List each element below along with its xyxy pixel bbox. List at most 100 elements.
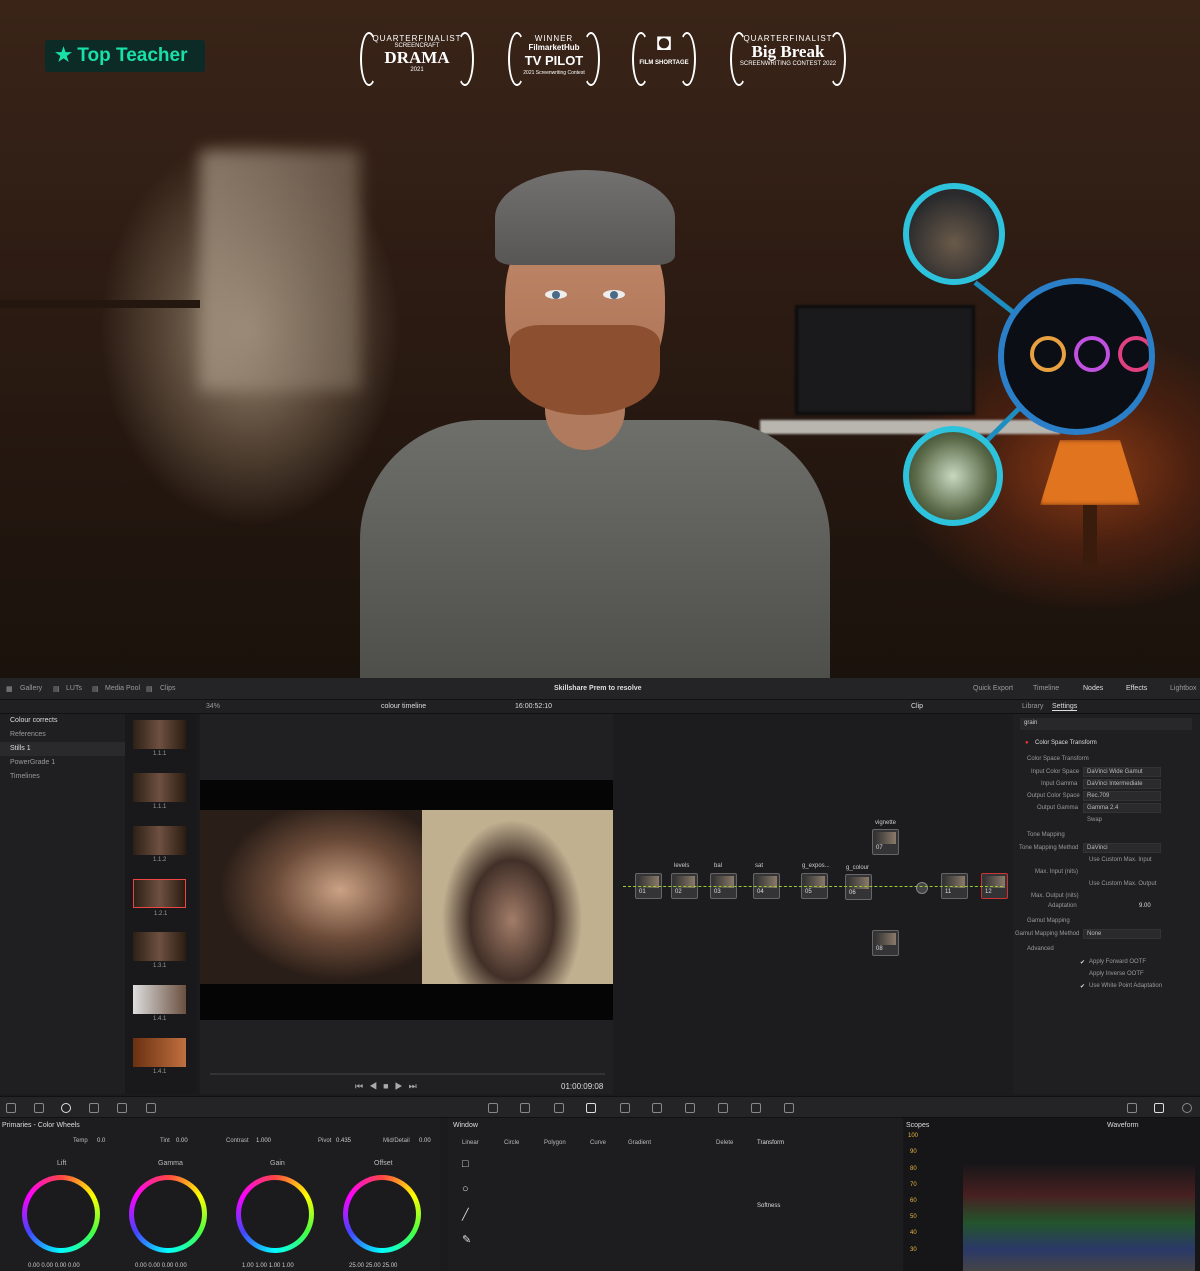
color-warper-icon[interactable] xyxy=(520,1103,530,1113)
circle-window-icon[interactable]: ○ xyxy=(462,1183,469,1195)
still-thumbnail[interactable]: 1.4.1 xyxy=(133,985,186,1022)
gallery-icon[interactable]: ▦ xyxy=(6,685,13,693)
gallery-item[interactable]: Colour corrects xyxy=(0,714,125,728)
still-thumbnail[interactable]: 1.1.1 xyxy=(133,773,186,810)
still-thumbnail[interactable]: 1.3.1 xyxy=(133,932,186,969)
gamma-wheel[interactable] xyxy=(129,1175,207,1253)
hdr-icon[interactable] xyxy=(89,1103,99,1113)
contrast-value[interactable]: 1.000 xyxy=(256,1138,271,1144)
zoom-level[interactable]: 34% xyxy=(206,703,220,710)
output-color-space-dropdown[interactable]: Rec.709 xyxy=(1083,791,1161,801)
timeline-dropdown[interactable]: colour timeline xyxy=(381,703,426,710)
tab-timeline[interactable]: Timeline xyxy=(1033,685,1059,692)
tab-effects[interactable]: Effects xyxy=(1126,685,1147,692)
adaptation-value[interactable]: 9.00 xyxy=(1139,903,1151,909)
qualifier-icon[interactable] xyxy=(554,1103,564,1113)
lift-wheel[interactable] xyxy=(22,1175,100,1253)
tab-media-pool[interactable]: Media Pool xyxy=(105,685,140,692)
check-icon[interactable]: ✔ xyxy=(1080,983,1085,990)
linear-window-button[interactable]: Linear xyxy=(462,1140,479,1146)
mixer-node[interactable] xyxy=(916,882,928,894)
quick-export-button[interactable]: Quick Export xyxy=(973,685,1013,692)
search-input[interactable]: grain xyxy=(1020,718,1192,730)
checkbox-label[interactable]: Use White Point Adaptation xyxy=(1089,983,1162,989)
gallery-item[interactable]: Timelines xyxy=(0,770,125,784)
transport-controls[interactable]: ⏮◀■▶⏭ xyxy=(355,1081,423,1092)
rgb-mixer-icon[interactable] xyxy=(117,1103,127,1113)
output-gamma-dropdown[interactable]: Gamma 2.4 xyxy=(1083,803,1161,813)
checkbox-label[interactable]: Apply Inverse OOTF xyxy=(1089,971,1144,977)
offset-wheel[interactable] xyxy=(343,1175,421,1253)
tint-value[interactable]: 0.00 xyxy=(176,1138,188,1144)
tab-lightbox[interactable]: Lightbox xyxy=(1170,685,1196,692)
window-icon[interactable] xyxy=(586,1103,596,1113)
tab-settings[interactable]: Settings xyxy=(1052,703,1078,711)
mid-detail-value[interactable]: 0.00 xyxy=(419,1138,431,1144)
gain-values[interactable]: 1.00 1.00 1.00 1.00 xyxy=(242,1263,294,1269)
still-thumbnail[interactable]: 1.1.2 xyxy=(133,826,186,863)
polygon-window-button[interactable]: Polygon xyxy=(544,1140,566,1146)
check-icon[interactable]: ✔ xyxy=(1080,959,1085,966)
circle-window-button[interactable]: Circle xyxy=(504,1140,519,1146)
tab-library[interactable]: Library xyxy=(1022,703,1043,710)
gallery-item[interactable]: Stills 1 xyxy=(0,742,125,756)
scrubber[interactable] xyxy=(210,1073,605,1075)
node-graph[interactable]: 01 levels 02 bal 03 sat 04 g_expos... 05… xyxy=(613,714,1013,1094)
offset-values[interactable]: 25.00 25.00 25.00 xyxy=(349,1263,397,1269)
still-thumbnail[interactable]: 1.1.1 xyxy=(133,720,186,757)
gallery-item[interactable]: References xyxy=(0,728,125,742)
pivot-value[interactable]: 0.435 xyxy=(336,1138,351,1144)
section-header[interactable]: Tone Mapping xyxy=(1027,832,1065,838)
tab-clips[interactable]: Clips xyxy=(160,685,176,692)
motion-effects-icon[interactable] xyxy=(146,1103,156,1113)
magic-mask-icon[interactable] xyxy=(652,1103,662,1113)
media-pool-icon[interactable]: ▤ xyxy=(92,685,99,693)
scopes-icon[interactable] xyxy=(1154,1103,1164,1113)
lift-values[interactable]: 0.00 0.00 0.00 0.00 xyxy=(28,1263,80,1269)
still-thumbnail[interactable]: 1.2.1 xyxy=(133,879,186,917)
blur-icon[interactable] xyxy=(685,1103,695,1113)
pen-window-icon[interactable]: ✎ xyxy=(462,1233,471,1246)
checkbox-label[interactable]: Apply Forward OOTF xyxy=(1089,959,1146,965)
temp-value[interactable]: 0.0 xyxy=(97,1138,105,1144)
input-color-space-dropdown[interactable]: DaVinci Wide Gamut xyxy=(1083,767,1161,777)
gamma-values[interactable]: 0.00 0.00 0.00 0.00 xyxy=(135,1263,187,1269)
curves-icon[interactable] xyxy=(488,1103,498,1113)
gamut-mapping-dropdown[interactable]: None xyxy=(1083,929,1161,939)
key-icon[interactable] xyxy=(718,1103,728,1113)
section-header[interactable]: Advanced xyxy=(1027,946,1054,952)
3d-icon[interactable] xyxy=(784,1103,794,1113)
scope-mode-dropdown[interactable]: Waveform xyxy=(1107,1122,1139,1129)
square-window-icon[interactable]: □ xyxy=(462,1158,469,1170)
node-07[interactable]: 07 xyxy=(872,829,899,855)
effect-title[interactable]: Color Space Transform xyxy=(1035,740,1097,746)
camera-raw-icon[interactable] xyxy=(6,1103,16,1113)
delete-button[interactable]: Delete xyxy=(716,1140,733,1146)
checkbox-label[interactable]: Use Custom Max. Output xyxy=(1089,881,1156,887)
tab-luts[interactable]: LUTs xyxy=(66,685,82,692)
curve-window-button[interactable]: Curve xyxy=(590,1140,606,1146)
gradient-window-button[interactable]: Gradient xyxy=(628,1140,651,1146)
viewer-frame[interactable] xyxy=(200,780,613,1020)
tracker-icon[interactable] xyxy=(620,1103,630,1113)
swap-button[interactable]: Swap xyxy=(1087,817,1102,823)
color-wheels-icon[interactable] xyxy=(61,1103,71,1113)
tab-gallery[interactable]: Gallery xyxy=(20,685,42,692)
line-window-icon[interactable]: ╱ xyxy=(462,1208,469,1221)
clip-dropdown[interactable]: Clip xyxy=(911,703,923,710)
section-header[interactable]: Gamut Mapping xyxy=(1027,918,1070,924)
sizing-icon[interactable] xyxy=(751,1103,761,1113)
checkbox-label[interactable]: Use Custom Max. Input xyxy=(1089,857,1152,863)
keyframes-icon[interactable] xyxy=(1127,1103,1137,1113)
clips-icon[interactable]: ▤ xyxy=(146,685,153,693)
node-06[interactable]: 06 xyxy=(845,874,872,900)
node-08[interactable]: 08 xyxy=(872,930,899,956)
luts-icon[interactable]: ▤ xyxy=(53,685,60,693)
input-gamma-dropdown[interactable]: DaVinci Intermediate xyxy=(1083,779,1161,789)
info-icon[interactable] xyxy=(1182,1103,1192,1113)
still-thumbnail[interactable]: 1.4.1 xyxy=(133,1038,186,1075)
color-match-icon[interactable] xyxy=(34,1103,44,1113)
tab-nodes[interactable]: Nodes xyxy=(1083,685,1103,692)
section-header[interactable]: Color Space Transform xyxy=(1027,756,1089,762)
tone-mapping-dropdown[interactable]: DaVinci xyxy=(1083,843,1161,853)
